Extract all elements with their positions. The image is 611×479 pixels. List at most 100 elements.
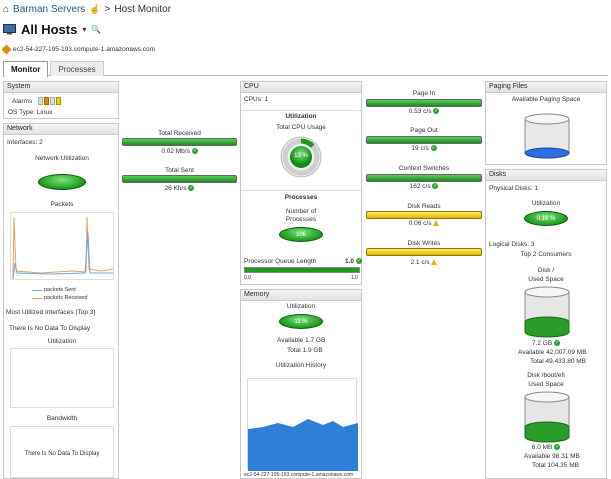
- legend-sent-label: packets Sent: [44, 287, 76, 293]
- metric-context-switches-bar[interactable]: [366, 174, 482, 182]
- available-paging-space-label: Available Paging Space: [511, 96, 581, 103]
- packets-chart[interactable]: [10, 212, 114, 280]
- total-sent-value: 26 Kb/s ✓: [122, 185, 237, 192]
- ok-status-icon: ✓: [432, 183, 439, 190]
- interfaces-count: Interfaces: 2: [7, 139, 43, 146]
- memory-history-area: [248, 419, 358, 471]
- total-cpu-usage-label: Total CPU Usage: [276, 124, 326, 131]
- disk2-cylinder[interactable]: [523, 391, 571, 443]
- tab-processes[interactable]: Processes: [50, 61, 104, 76]
- page-title[interactable]: All Hosts: [21, 22, 77, 37]
- paging-files-panel: Paging Files Available Paging Space: [485, 81, 607, 165]
- memory-history-title: Utilization History: [275, 362, 327, 369]
- metric-context-switches-value: 162 c/s ✓: [366, 183, 482, 190]
- system-panel: System Alarms OS Type: Linux: [3, 81, 119, 119]
- search-icon[interactable]: 🔍: [91, 25, 101, 34]
- number-of-processes-label: Number of Processes: [285, 208, 317, 223]
- no-data-label-2: There Is No Data To Display: [24, 451, 100, 457]
- queue-length-bar: [244, 267, 360, 273]
- legend-received-swatch: [32, 297, 42, 299]
- disk1-used-label: Used Space: [528, 276, 564, 283]
- network-utilization-gauge[interactable]: [38, 174, 86, 190]
- ok-status-icon: ✓: [433, 108, 440, 115]
- monitor-icon: [3, 24, 16, 35]
- memory-history-caption: ec2-54-227-195-193.compute-1.amazonaws.c…: [244, 472, 354, 478]
- metric-disk-writes-bar[interactable]: [366, 248, 482, 256]
- metric-disk-reads-label: Disk Reads: [407, 203, 441, 210]
- cpu-panel-header: CPU: [241, 82, 361, 93]
- alarm-icons[interactable]: [38, 97, 61, 105]
- disk2-used-fill: [524, 421, 570, 443]
- warning-icon: [431, 259, 438, 266]
- os-type-label: OS Type:: [8, 109, 35, 116]
- total-sent-bar[interactable]: [122, 175, 237, 183]
- alarm-icon: [56, 97, 61, 105]
- ok-status-icon: ✓: [188, 185, 195, 192]
- bandwidth-sub-label: Bandwidth: [46, 415, 78, 422]
- logical-disks: Logical Disks: 3: [489, 241, 535, 248]
- metric-disk-writes-value-text: 2.1 c/s: [410, 259, 430, 266]
- chevron-down-icon[interactable]: ▾: [82, 25, 86, 34]
- processes-title: Processes: [284, 194, 318, 201]
- cpu-count: CPUs: 1: [244, 96, 269, 103]
- host-name: ec2-54-227-195-193.compute-1.amazonaws.c…: [1, 44, 155, 55]
- network-panel-header: Network: [4, 124, 118, 135]
- network-utilization-label: Network Utilization: [35, 155, 89, 162]
- utilization-sub-label: Utilization: [47, 338, 77, 345]
- process-count-gauge[interactable]: 106: [279, 227, 323, 242]
- paging-space-cylinder[interactable]: [523, 113, 571, 159]
- disk1-total: Total 49,433.80 MB: [530, 358, 587, 365]
- home-icon[interactable]: ⌂: [3, 4, 9, 15]
- metric-page-in-value: 0.53 c/s ✓: [366, 108, 482, 115]
- disk1-name: Disk /: [537, 267, 555, 274]
- legend-received: packets Received: [32, 295, 87, 301]
- memory-history-chart[interactable]: [247, 378, 358, 471]
- physical-disks: Physical Disks: 1: [489, 185, 539, 192]
- tab-monitor[interactable]: Monitor: [3, 61, 49, 77]
- memory-utilization-gauge[interactable]: 11 %: [279, 314, 323, 329]
- memory-utilization-title: Utilization: [286, 303, 316, 310]
- host-status-icon: [1, 44, 12, 55]
- metric-disk-writes-label: Disk Writes: [407, 240, 441, 247]
- network-panel: Network Interfaces: 2 Network Utilizatio…: [3, 123, 119, 479]
- ok-status-icon: ✓: [430, 145, 437, 152]
- os-type: OS Type: Linux: [8, 109, 52, 116]
- metric-page-out-bar[interactable]: [366, 136, 482, 144]
- disk-utilization-value: 0.16 %: [536, 215, 556, 222]
- system-metrics-column: Page In 0.53 c/s ✓ Page Out 19 c/s ✓ Con…: [366, 90, 482, 270]
- breadcrumb-link-barman-servers[interactable]: Barman Servers: [13, 4, 85, 15]
- packets-chart-svg: [12, 216, 114, 280]
- metric-page-in-label: Page In: [412, 90, 436, 97]
- disk2-total: Total 104.35 MB: [532, 462, 579, 469]
- metric-page-out-value-text: 19 c/s: [411, 145, 429, 152]
- cpu-panel: CPU CPUs: 1 Utilization Total CPU Usage …: [240, 81, 362, 285]
- breadcrumb-current: Host Monitor: [114, 3, 172, 15]
- queue-max: 1.0: [351, 275, 358, 281]
- disk1-used-value: 7.2 GB ✓: [486, 340, 606, 347]
- alarm-icon: [50, 97, 55, 105]
- cpu-utilization-title: Utilization: [285, 113, 317, 120]
- ok-status-icon: ✓: [554, 444, 561, 451]
- metric-disk-reads-value-text: 0.06 c/s: [408, 220, 432, 227]
- ok-status-icon: ✓: [554, 340, 561, 347]
- total-received-bar[interactable]: [122, 138, 237, 146]
- memory-utilization-value: 11 %: [294, 318, 308, 325]
- disk2-used-label: Used Space: [528, 381, 564, 388]
- disk1-used-value-text: 7.2 GB: [531, 340, 553, 347]
- metric-disk-reads-bar[interactable]: [366, 211, 482, 219]
- memory-panel: Memory Utilization 11 % Available 1.7 GB…: [240, 289, 362, 479]
- metric-context-switches-label: Context Switches: [398, 165, 450, 172]
- most-utilized-label: Most Utilized Interfaces (Top 3): [6, 309, 96, 316]
- disk2-available: Available 98.31 MB: [524, 453, 580, 460]
- disk1-cylinder[interactable]: [523, 286, 571, 338]
- metric-page-in-bar[interactable]: [366, 99, 482, 107]
- paging-files-header: Paging Files: [486, 82, 606, 93]
- disks-header: Disks: [486, 170, 606, 181]
- disk-utilization-gauge[interactable]: 0.16 %: [524, 211, 568, 226]
- memory-panel-header: Memory: [241, 290, 361, 301]
- legend-sent-swatch: [32, 289, 42, 291]
- warning-icon: [433, 220, 440, 227]
- page-title-row: All Hosts ▾ 🔍: [3, 22, 101, 37]
- memory-available: Available 1.7 GB: [277, 337, 326, 344]
- utilization-chart-empty: [10, 348, 114, 408]
